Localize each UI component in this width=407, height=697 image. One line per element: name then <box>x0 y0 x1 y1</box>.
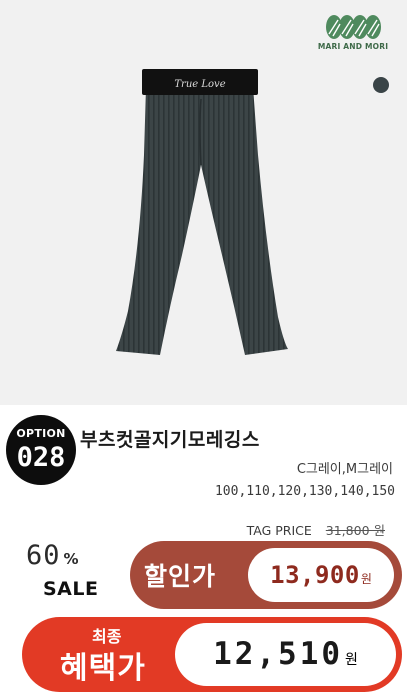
sale-price: 13,900 <box>270 561 360 589</box>
final-price: 12,510 <box>213 636 344 672</box>
discount-number: 60 <box>26 540 61 571</box>
leggings-image: True Love <box>116 69 288 355</box>
sale-price-box: 13,900원 <box>248 548 394 602</box>
sale-word: SALE <box>43 578 99 600</box>
waistband-text: True Love <box>174 79 225 90</box>
discount-percent: 60% <box>26 540 79 571</box>
final-won: 원 <box>345 652 358 668</box>
product-photo: MARI AND MORI True Love <box>0 0 407 405</box>
sale-won: 원 <box>360 572 372 586</box>
product-name: 부츠컷골지기모레깅스 <box>80 429 260 451</box>
final-label: 혜택가 <box>60 651 146 686</box>
brand-name: MARI AND MORI <box>317 42 389 51</box>
product-sizes: 100,110,120,130,140,150 <box>214 484 395 499</box>
final-price-box: 12,510 원 <box>175 623 396 686</box>
color-swatch[interactable] <box>373 77 389 93</box>
sale-label: 할인가 <box>144 562 217 591</box>
sale-price-pill: 할인가 13,900원 <box>130 541 402 609</box>
option-number: 028 <box>16 442 66 473</box>
product-colors: C그레이,M그레이 <box>296 462 393 477</box>
tag-price: TAG PRICE 31,800 원 <box>247 520 385 539</box>
tag-price-value: 31,800 원 <box>325 523 385 538</box>
brand-logo: MARI AND MORI <box>313 14 393 51</box>
tag-price-label: TAG PRICE <box>246 523 312 538</box>
option-label: OPTION <box>16 427 66 440</box>
percent-sign: % <box>63 550 79 568</box>
final-price-pill: 최종 혜택가 12,510 원 <box>22 617 402 692</box>
option-badge: OPTION 028 <box>6 415 76 485</box>
brand-mark-icon <box>326 15 381 39</box>
